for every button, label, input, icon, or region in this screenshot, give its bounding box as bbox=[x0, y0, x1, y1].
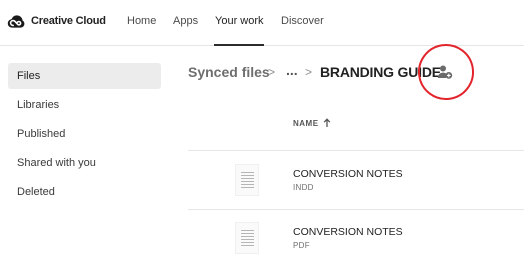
table-row[interactable]: CONVERSION NOTES INDD bbox=[188, 151, 524, 209]
sidebar-item-shared-with-you[interactable]: Shared with you bbox=[8, 150, 161, 176]
file-name[interactable]: CONVERSION NOTES bbox=[293, 168, 403, 180]
sidebar-item-deleted[interactable]: Deleted bbox=[8, 179, 161, 205]
column-header-name[interactable]: NAME bbox=[293, 119, 319, 128]
arrow-up-icon[interactable] bbox=[323, 118, 331, 128]
nav-discover[interactable]: Discover bbox=[281, 15, 324, 27]
table-row[interactable]: CONVERSION NOTES PDF bbox=[188, 210, 524, 266]
breadcrumb-separator: > bbox=[305, 65, 313, 79]
file-thumbnail bbox=[235, 164, 259, 196]
file-thumbnail bbox=[235, 222, 259, 254]
file-type: INDD bbox=[293, 183, 314, 192]
nav-home[interactable]: Home bbox=[127, 15, 156, 27]
nav-your-work[interactable]: Your work bbox=[215, 15, 264, 27]
breadcrumb-ellipsis[interactable]: ... bbox=[286, 62, 298, 78]
file-name[interactable]: CONVERSION NOTES bbox=[293, 226, 403, 238]
creative-cloud-logo-icon[interactable] bbox=[7, 14, 25, 30]
file-type: PDF bbox=[293, 241, 310, 250]
breadcrumb-separator: > bbox=[268, 65, 276, 79]
highlight-circle bbox=[414, 40, 478, 104]
app-brand[interactable]: Creative Cloud bbox=[31, 15, 106, 27]
sidebar-item-published[interactable]: Published bbox=[8, 121, 161, 147]
breadcrumb-synced-files[interactable]: Synced files bbox=[188, 64, 270, 80]
sidebar-item-libraries[interactable]: Libraries bbox=[8, 92, 161, 118]
nav-apps[interactable]: Apps bbox=[173, 15, 198, 27]
sidebar: Files Libraries Published Shared with yo… bbox=[0, 47, 170, 266]
sidebar-item-files[interactable]: Files bbox=[8, 63, 161, 89]
nav-active-indicator bbox=[214, 44, 264, 46]
top-bar: Creative Cloud Home Apps Your work Disco… bbox=[0, 0, 524, 46]
